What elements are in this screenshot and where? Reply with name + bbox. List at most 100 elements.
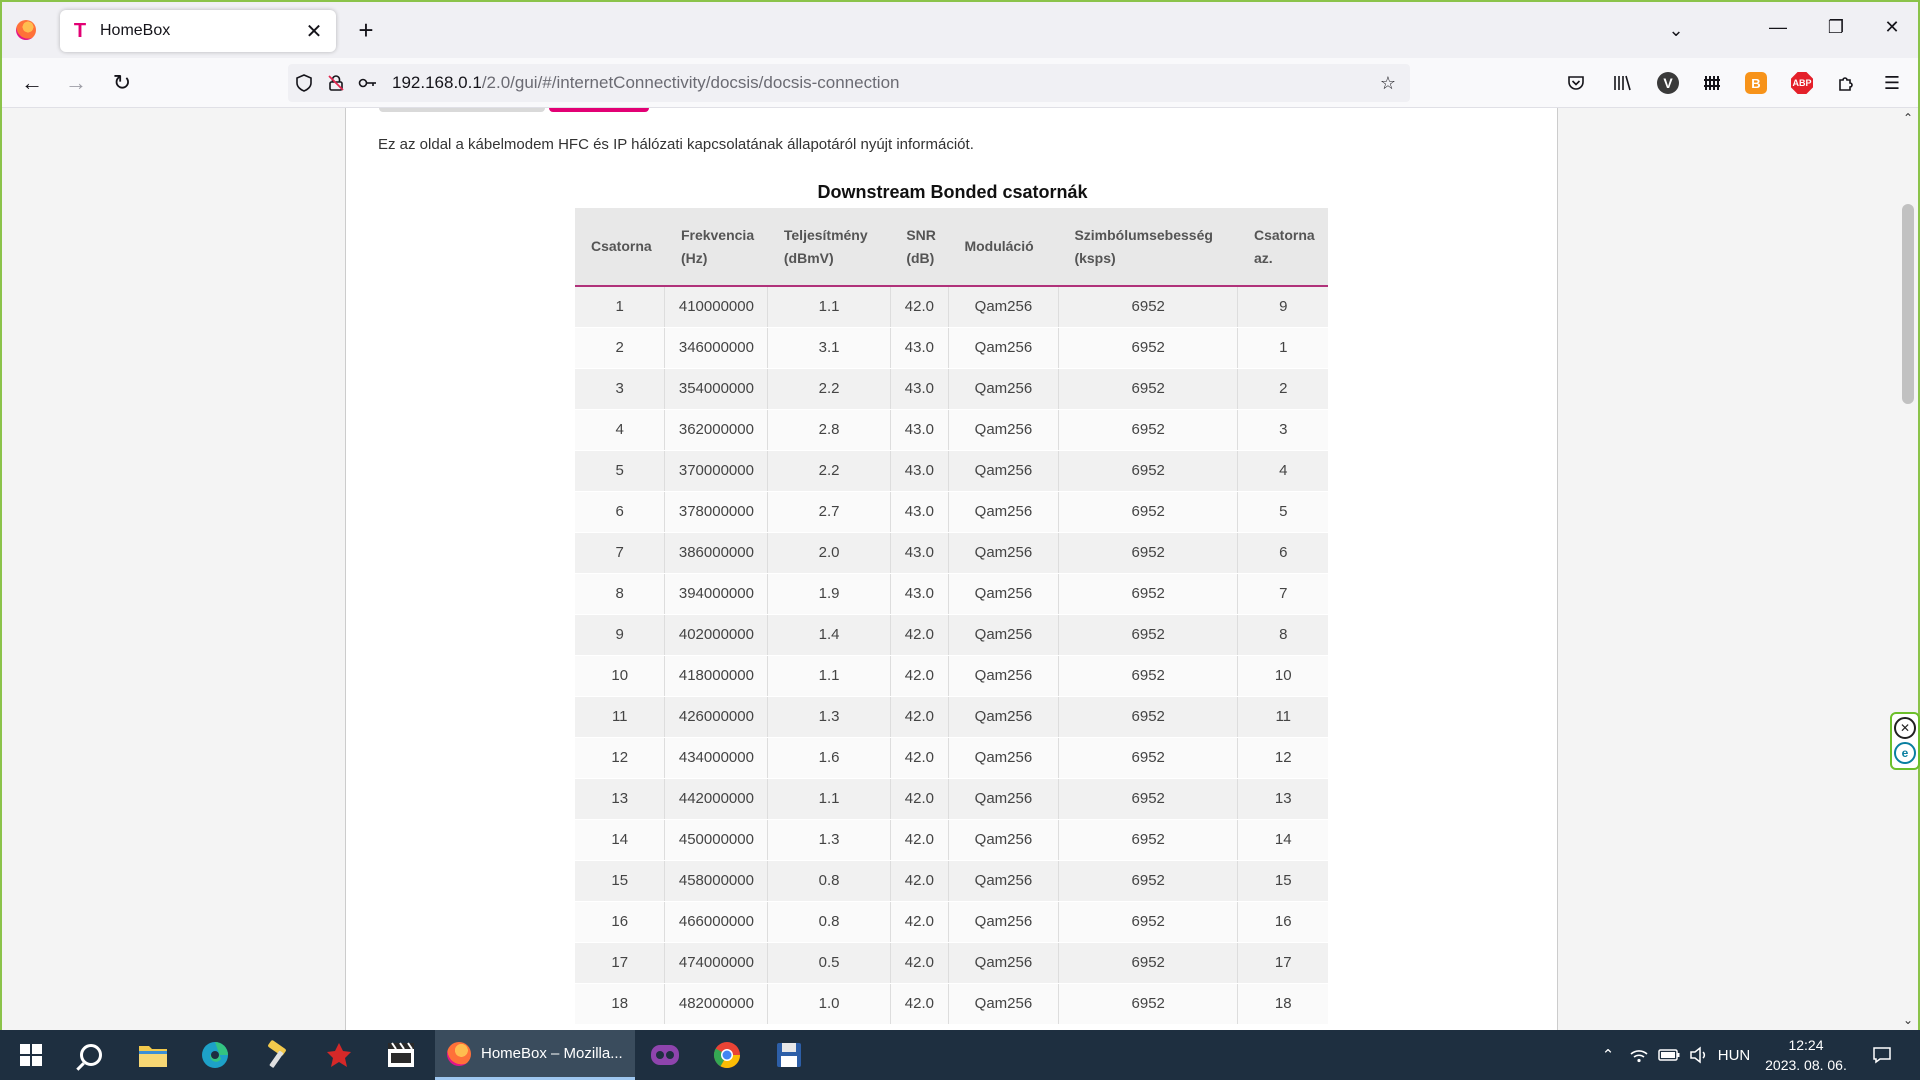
col-header-snr: SNR (dB) <box>890 208 949 287</box>
insecure-connection-icon[interactable] <box>320 67 352 99</box>
page-tab-inactive[interactable] <box>379 108 545 112</box>
wifi-icon[interactable] <box>1624 1030 1654 1080</box>
table-header-row: Csatorna Frekvencia (Hz) Teljesítmény (dBm… <box>575 208 1328 287</box>
table-cell: Qam256 <box>948 327 1059 369</box>
mask-app-icon[interactable] <box>636 1030 694 1080</box>
table-cell: 2.8 <box>767 409 891 451</box>
video-editor-icon[interactable] <box>372 1030 430 1080</box>
tab-homebox[interactable]: T HomeBox ✕ <box>60 10 336 52</box>
input-language-indicator[interactable]: HUN <box>1714 1030 1754 1080</box>
list-all-tabs-button[interactable]: ⌄ <box>1662 16 1690 44</box>
table-row: 10 418000000 1.1 42.0 Qam256 6952 10 <box>575 655 1328 697</box>
hamburger-menu-icon[interactable]: ☰ <box>1876 67 1908 99</box>
file-explorer-icon[interactable] <box>124 1030 182 1080</box>
table-cell: 1.4 <box>767 614 891 656</box>
table-row: 14 450000000 1.3 42.0 Qam256 6952 14 <box>575 819 1328 861</box>
table-cell: Qam256 <box>948 491 1059 533</box>
table-cell: 6952 <box>1058 860 1239 902</box>
url-text[interactable]: 192.168.0.1/2.0/gui/#/internetConnectivi… <box>392 73 1372 93</box>
new-tab-button[interactable]: + <box>352 15 380 45</box>
table-cell: 43.0 <box>890 450 949 492</box>
library-icon[interactable] <box>1606 67 1638 99</box>
table-cell: 10 <box>575 655 666 697</box>
scroll-thumb[interactable] <box>1902 204 1914 404</box>
col-header-channel-id: Csatorna az. <box>1237 208 1328 287</box>
tracking-protection-shield-icon[interactable] <box>288 67 320 99</box>
back-button[interactable]: ← <box>16 67 48 99</box>
table-cell: 2 <box>575 327 666 369</box>
table-cell: 13 <box>575 778 666 820</box>
table-cell: 6952 <box>1058 983 1239 1025</box>
close-circle-icon[interactable]: ✕ <box>1894 717 1916 739</box>
restore-button[interactable]: ❐ <box>1808 2 1864 52</box>
taskbar-firefox-window[interactable]: HomeBox – Mozilla... <box>435 1030 635 1080</box>
address-bar[interactable]: 192.168.0.1/2.0/gui/#/internetConnectivi… <box>288 64 1410 102</box>
browser-window: T HomeBox ✕ + ⌄ — ❐ ✕ ← → ↻ 192.168.0.1/… <box>0 0 1920 1030</box>
vivaldi-extension-icon[interactable]: V <box>1652 67 1684 99</box>
notification-center-icon[interactable] <box>1862 1030 1902 1080</box>
page-tab-active[interactable] <box>549 108 649 112</box>
bitcoin-extension-icon[interactable]: B <box>1740 67 1772 99</box>
scroll-down-arrow-icon[interactable]: ⌄ <box>1900 1012 1916 1028</box>
table-row: 7 386000000 2.0 43.0 Qam256 6952 6 <box>575 532 1328 574</box>
table-cell: 42.0 <box>890 942 949 984</box>
edge-browser-icon[interactable] <box>186 1030 244 1080</box>
table-cell: 42.0 <box>890 983 949 1025</box>
table-cell: 15 <box>1237 860 1328 902</box>
show-hidden-icons-chevron-icon[interactable]: ⌃ <box>1594 1030 1622 1080</box>
start-button[interactable] <box>2 1030 60 1080</box>
game-app-icon[interactable] <box>310 1030 368 1080</box>
table-cell: 42.0 <box>890 778 949 820</box>
pocket-icon[interactable] <box>1560 67 1592 99</box>
table-cell: 426000000 <box>664 696 769 738</box>
table-cell: 2.2 <box>767 450 891 492</box>
hammer-app-icon[interactable] <box>248 1030 306 1080</box>
grid-extension-icon[interactable] <box>1696 67 1728 99</box>
table-cell: 6952 <box>1058 573 1239 615</box>
table-cell: Qam256 <box>948 409 1059 451</box>
table-body: 1 410000000 1.1 42.0 Qam256 6952 9 2 346000000 3.… <box>575 286 1328 1025</box>
table-cell: 8 <box>575 573 666 615</box>
table-cell: 42.0 <box>890 901 949 943</box>
table-cell: 11 <box>575 696 666 738</box>
chrome-browser-icon[interactable] <box>698 1030 756 1080</box>
save-disk-app-icon[interactable] <box>760 1030 818 1080</box>
tab-title: HomeBox <box>100 22 171 39</box>
system-clock[interactable]: 12:24 2023. 08. 06. <box>1756 1035 1856 1075</box>
key-permissions-icon[interactable] <box>352 67 384 99</box>
table-cell: 8 <box>1237 614 1328 656</box>
table-row: 11 426000000 1.3 42.0 Qam256 6952 11 <box>575 696 1328 738</box>
extensions-puzzle-icon[interactable] <box>1830 67 1862 99</box>
table-cell: 1.3 <box>767 819 891 861</box>
minimize-button[interactable]: — <box>1750 2 1806 52</box>
reload-button[interactable]: ↻ <box>106 67 138 99</box>
forward-button[interactable]: → <box>60 67 92 99</box>
page-scrollbar[interactable]: ⌃ ⌄ <box>1898 108 1918 1030</box>
table-cell: 17 <box>1237 942 1328 984</box>
adblock-plus-icon[interactable]: ABP <box>1786 67 1818 99</box>
clock-time: 12:24 <box>1788 1037 1824 1053</box>
bookmark-star-icon[interactable]: ☆ <box>1372 67 1404 99</box>
close-window-button[interactable]: ✕ <box>1864 2 1920 52</box>
table-cell: Qam256 <box>948 286 1059 328</box>
col-header-channel: Csatorna <box>575 208 665 287</box>
table-cell: 9 <box>575 614 666 656</box>
search-button[interactable] <box>62 1030 120 1080</box>
table-cell: 0.8 <box>767 860 891 902</box>
battery-icon[interactable] <box>1654 1030 1684 1080</box>
table-cell: 1.3 <box>767 696 891 738</box>
table-cell: 6952 <box>1058 614 1239 656</box>
table-cell: 2.2 <box>767 368 891 410</box>
col-header-symbol-rate: Szimbólumsebesség (ksps) <box>1058 208 1238 287</box>
edge-e-icon[interactable]: e <box>1894 742 1916 764</box>
firefox-menu-icon[interactable] <box>12 16 40 44</box>
volume-icon[interactable] <box>1684 1030 1714 1080</box>
table-cell: 6952 <box>1058 696 1239 738</box>
table-row: 8 394000000 1.9 43.0 Qam256 6952 7 <box>575 573 1328 615</box>
table-cell: 42.0 <box>890 655 949 697</box>
table-cell: 1.0 <box>767 983 891 1025</box>
table-cell: 386000000 <box>664 532 769 574</box>
close-tab-icon[interactable]: ✕ <box>302 19 326 44</box>
table-cell: 18 <box>575 983 666 1025</box>
scroll-up-arrow-icon[interactable]: ⌃ <box>1900 110 1916 126</box>
